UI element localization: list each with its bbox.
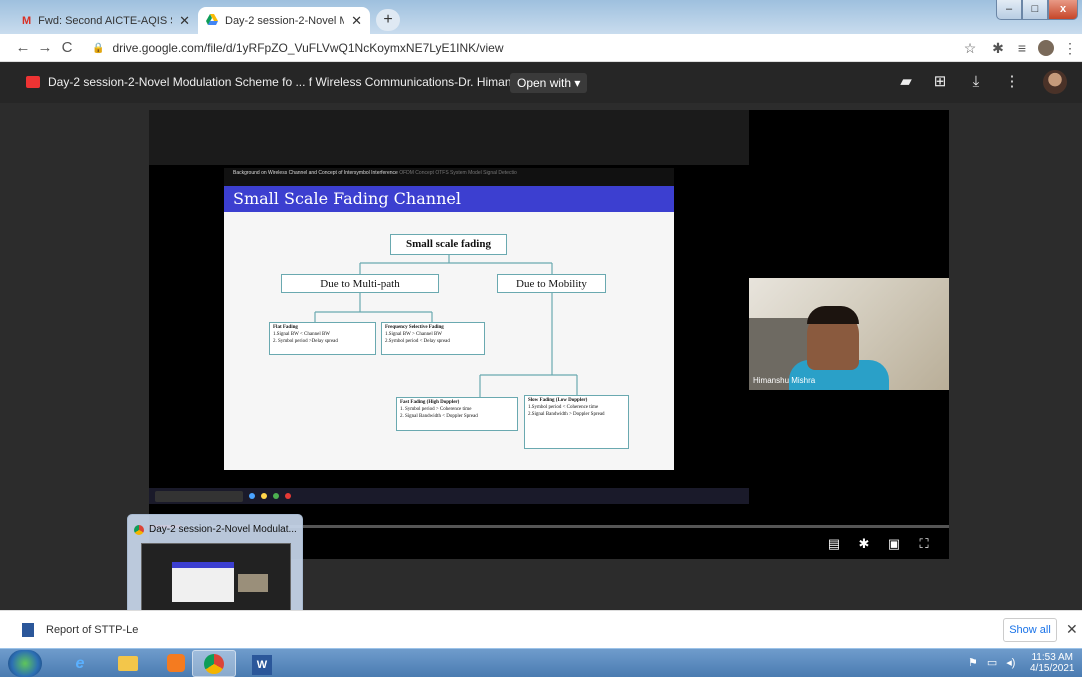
speaker-name: Himanshu Mishra — [753, 376, 816, 385]
preview-slide-title — [172, 562, 234, 568]
slide-top-area — [149, 110, 749, 165]
miniplayer-icon[interactable]: ▣ — [885, 535, 903, 553]
lock-icon: 🔒 — [92, 42, 105, 54]
preview-title: Day-2 session-2-Novel Modulat... — [149, 524, 297, 535]
gmail-icon: M — [22, 14, 32, 27]
action-center-icon[interactable]: ⚑ — [968, 656, 978, 669]
close-window-button[interactable]: x — [1048, 0, 1078, 20]
chrome-icon — [134, 524, 144, 535]
speaker-hair — [807, 306, 859, 324]
media-control-icon[interactable]: ≡ — [1012, 38, 1032, 58]
tab-title: Fwd: Second AICTE-AQIS Sponso — [38, 14, 172, 27]
close-downloads-icon[interactable]: ✕ — [1066, 621, 1078, 638]
node-frequency-selective: Frequency Selective Fading 1.Signal BW >… — [381, 322, 485, 355]
slide-nav-other: OFDM Concept OTFS System Model Signal De… — [399, 170, 517, 176]
clock-time: 11:53 AM — [1031, 652, 1073, 663]
file-name: Day-2 session-2-Novel Modulation Scheme … — [48, 75, 558, 89]
forward-icon[interactable]: → — [34, 39, 56, 56]
address-bar[interactable]: 🔒 drive.google.com/file/d/1yRFpZO_VuFLVw… — [92, 37, 942, 59]
minimize-button[interactable]: – — [996, 0, 1022, 20]
maximize-button[interactable]: □ — [1022, 0, 1048, 20]
open-with-button[interactable]: Open with ▾ — [510, 73, 588, 93]
tab-drive-video[interactable]: Day-2 session-2-Novel Modulati ✕ — [198, 7, 370, 34]
extensions-icon[interactable]: ✱ — [988, 38, 1008, 58]
start-button[interactable] — [8, 650, 42, 677]
add-to-drive-icon[interactable]: ▰ — [896, 72, 916, 92]
settings-gear-icon[interactable]: ✱ — [855, 535, 873, 553]
freq-fading-line2: 2.Symbol period < Delay spread — [385, 338, 450, 344]
presenter-app-icon — [285, 493, 291, 499]
video-player[interactable]: Background on Wireless Channel and Conce… — [149, 110, 949, 559]
downloads-bar: Report of STTP-Le Show all ✕ — [0, 610, 1082, 648]
webcam-feed: Himanshu Mishra — [749, 278, 949, 390]
more-icon[interactable]: ⋮ — [1002, 72, 1022, 92]
download-item-name: Report of STTP-Le — [46, 624, 139, 636]
slow-fading-line1: 1.Symbol period < Coherence time — [528, 404, 599, 410]
download-icon[interactable]: ⤓ — [966, 72, 986, 92]
back-icon[interactable]: ← — [12, 39, 34, 56]
presenter-app-icon — [261, 493, 267, 499]
fast-fading-line1: 1. Symbol period > Coherence time — [400, 406, 472, 412]
fast-fading-title: Fast Fading (High Doppler) — [400, 400, 460, 405]
clock-date: 4/15/2021 — [1030, 663, 1075, 674]
fast-fading-line2: 2. Signal Bandwidth < Doppler Spread — [400, 413, 478, 419]
word-icon[interactable]: W — [240, 650, 284, 677]
volume-icon[interactable]: ◂) — [1006, 656, 1015, 669]
close-tab-icon[interactable]: ✕ — [351, 13, 362, 29]
flat-fading-title: Flat Fading — [273, 325, 298, 330]
network-icon[interactable]: ▭ — [987, 656, 997, 669]
freq-fading-line1: 1.Signal BW > Channel BW — [385, 331, 443, 337]
node-mobility: Due to Mobility — [497, 274, 606, 293]
viewer-header: Day-2 session-2-Novel Modulation Scheme … — [0, 63, 1082, 103]
internet-explorer-icon[interactable]: e — [58, 650, 102, 677]
freq-fading-title: Frequency Selective Fading — [385, 325, 444, 330]
add-shortcut-icon[interactable]: ⊞ — [930, 72, 950, 92]
presentation-slide: Background on Wireless Channel and Conce… — [224, 168, 674, 470]
download-item[interactable]: Report of STTP-Le — [22, 623, 138, 637]
presenter-taskbar — [149, 488, 749, 504]
flat-fading-line2: 2. Symbol period >Delay spread — [273, 338, 338, 344]
flat-fading-line1: 1.Signal BW < Channel BW — [273, 331, 331, 337]
chrome-taskbar-icon[interactable] — [192, 650, 236, 677]
fullscreen-icon[interactable]: ⛶ — [915, 535, 933, 553]
video-file-icon — [26, 76, 40, 88]
system-clock[interactable]: 11:53 AM 4/15/2021 — [1030, 652, 1075, 674]
google-drive-icon — [206, 13, 218, 28]
windows-taskbar: e W ⚑ ▭ ◂) 11:53 AM 4/15/2021 — [0, 648, 1082, 677]
presenter-app-icon — [249, 493, 255, 499]
node-flat-fading: Flat Fading 1.Signal BW < Channel BW 2. … — [269, 322, 376, 355]
file-explorer-icon[interactable] — [106, 650, 150, 677]
presenter-search-box — [155, 490, 243, 502]
node-multipath: Due to Multi-path — [281, 274, 439, 293]
tab-gmail[interactable]: M Fwd: Second AICTE-AQIS Sponso ✕ — [14, 7, 198, 34]
browser-toolbar: ← → C 🔒 drive.google.com/file/d/1yRFpZO_… — [0, 34, 1082, 62]
presenter-app-icon — [273, 493, 279, 499]
slide-title: Small Scale Fading Channel — [224, 186, 674, 212]
close-tab-icon[interactable]: ✕ — [179, 13, 190, 29]
url-text: drive.google.com/file/d/1yRFpZO_VuFLVwQ1… — [112, 41, 504, 55]
slide-nav-section: Background on Wireless Channel and Conce… — [233, 170, 398, 176]
menu-icon[interactable]: ⋮ — [1060, 38, 1080, 58]
tab-strip: M Fwd: Second AICTE-AQIS Sponso ✕ Day-2 … — [0, 0, 1082, 34]
node-slow-fading: Slow Fading (Low Doppler) 1.Symbol perio… — [524, 395, 629, 449]
captions-icon[interactable]: ▤ — [825, 535, 843, 553]
slow-fading-line2: 2.Signal Bandwidth > Doppler Spread — [528, 411, 605, 417]
bookmark-star-icon[interactable]: ☆ — [960, 38, 980, 58]
slow-fading-title: Slow Fading (Low Doppler) — [528, 398, 588, 403]
tab-title: Day-2 session-2-Novel Modulati — [225, 14, 345, 27]
preview-webcam — [238, 574, 268, 592]
preview-title-row: Day-2 session-2-Novel Modulat... — [134, 524, 297, 535]
node-fast-fading: Fast Fading (High Doppler) 1. Symbol per… — [396, 397, 518, 431]
preview-slide — [172, 562, 234, 602]
slide-nav: Background on Wireless Channel and Conce… — [224, 168, 674, 186]
new-tab-button[interactable]: + — [376, 9, 400, 31]
show-all-button[interactable]: Show all — [1003, 618, 1057, 642]
word-doc-icon — [22, 623, 34, 637]
profile-icon[interactable] — [1036, 38, 1056, 58]
node-small-scale-fading: Small scale fading — [390, 234, 507, 255]
fading-diagram: Small scale fading Due to Multi-path Due… — [224, 212, 674, 470]
system-tray: ⚑ ▭ ◂) — [968, 656, 1015, 669]
reload-icon[interactable]: C — [56, 39, 78, 56]
avatar[interactable] — [1043, 70, 1067, 94]
